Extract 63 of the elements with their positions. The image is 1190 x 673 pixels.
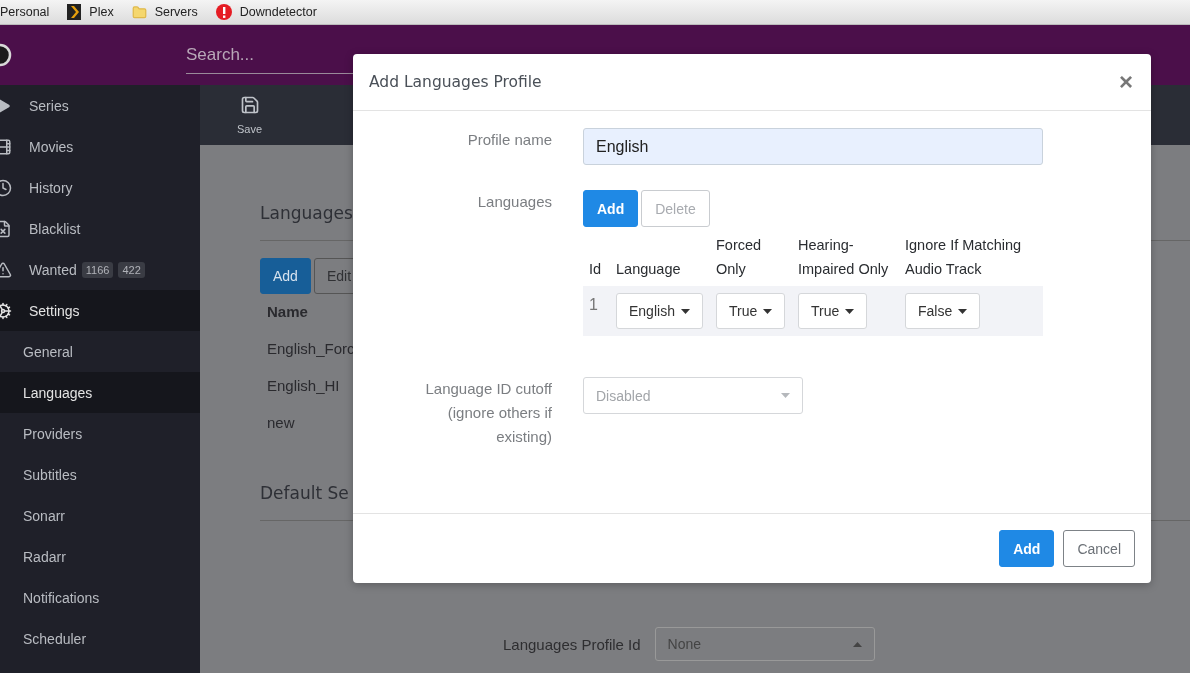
bookmark-link[interactable]: Downdetector (239, 5, 317, 19)
close-button[interactable]: × (1117, 68, 1135, 96)
alert-icon (215, 4, 232, 20)
table-cell-text: 1 (588, 296, 599, 314)
modal-title: Add Languages Profile (369, 73, 542, 91)
caret-icon (781, 393, 790, 398)
bookmark-link[interactable]: Servers (154, 5, 198, 19)
dropdown[interactable]: True (798, 293, 868, 329)
nav-item[interactable]: Blacklist (0, 208, 200, 249)
column-header: Name (266, 302, 308, 322)
table-cell-text: new (266, 413, 295, 433)
add-button[interactable]: Add (583, 190, 639, 227)
bookmark-link[interactable]: Personal (0, 5, 50, 19)
nav-item[interactable]: History (0, 167, 200, 208)
nav-item[interactable]: Languages (0, 372, 200, 413)
profile-name-field[interactable]: English (583, 128, 1043, 165)
caret-icon (958, 308, 968, 314)
caret-icon (680, 308, 690, 314)
nav-item[interactable]: Series (0, 85, 200, 126)
bookmark-link[interactable]: Plex (89, 5, 114, 19)
column-header: Hearing-Impaired Only (797, 236, 890, 279)
field-label: Profile name (467, 130, 552, 150)
file-icon (0, 219, 12, 238)
column-header: Ignore If Matching Audio Track (904, 236, 1023, 279)
chevron-icon (67, 4, 82, 20)
warning-icon (0, 260, 12, 279)
column-header: Language (615, 260, 682, 279)
add-button[interactable]: Add (999, 530, 1055, 567)
field-label: Languages (477, 192, 552, 212)
field-label: Language ID cutoff (ignore others if existing) (424, 379, 552, 447)
nav-item[interactable]: Radarr (0, 536, 200, 577)
column-header: Forced Only (715, 236, 763, 279)
film-icon (0, 137, 12, 156)
field-label: Languages Profile Id (503, 635, 641, 653)
cancel-button[interactable]: Cancel (1063, 530, 1135, 567)
nav-item[interactable]: Scheduler (0, 618, 200, 659)
nav-item[interactable]: Subtitles (0, 454, 200, 495)
table-cell-text: English_HI (266, 376, 340, 396)
caret-icon (852, 641, 862, 647)
caret-icon (845, 308, 855, 314)
nav-item[interactable]: Notifications (0, 577, 200, 618)
count-badge: 422 (118, 261, 145, 278)
dropdown[interactable]: English (616, 293, 703, 329)
caret-icon (763, 308, 773, 314)
dropdown[interactable]: True (716, 293, 786, 329)
section-heading: Default Se (260, 482, 349, 505)
save-button[interactable]: Save (237, 95, 263, 135)
table-cell-text: English_Forc (266, 339, 355, 359)
nav-item[interactable]: Sonarr (0, 495, 200, 536)
add-button[interactable]: Add (260, 258, 311, 294)
save-icon (239, 95, 260, 115)
nav-item[interactable]: Movies (0, 126, 200, 167)
clock-icon (0, 178, 12, 197)
folder-icon (131, 4, 147, 20)
nav-item[interactable]: Settings (0, 290, 200, 331)
count-badge: 1166 (81, 261, 114, 278)
nav-item[interactable]: General (0, 331, 200, 372)
settings-icon (0, 301, 12, 320)
column-header: Id (588, 260, 603, 279)
nav-item[interactable]: Providers (0, 413, 200, 454)
nav-item[interactable]: Wanted 1166 422 (0, 249, 200, 290)
section-heading: Languages (260, 202, 353, 225)
dropdown[interactable]: False (905, 293, 981, 329)
